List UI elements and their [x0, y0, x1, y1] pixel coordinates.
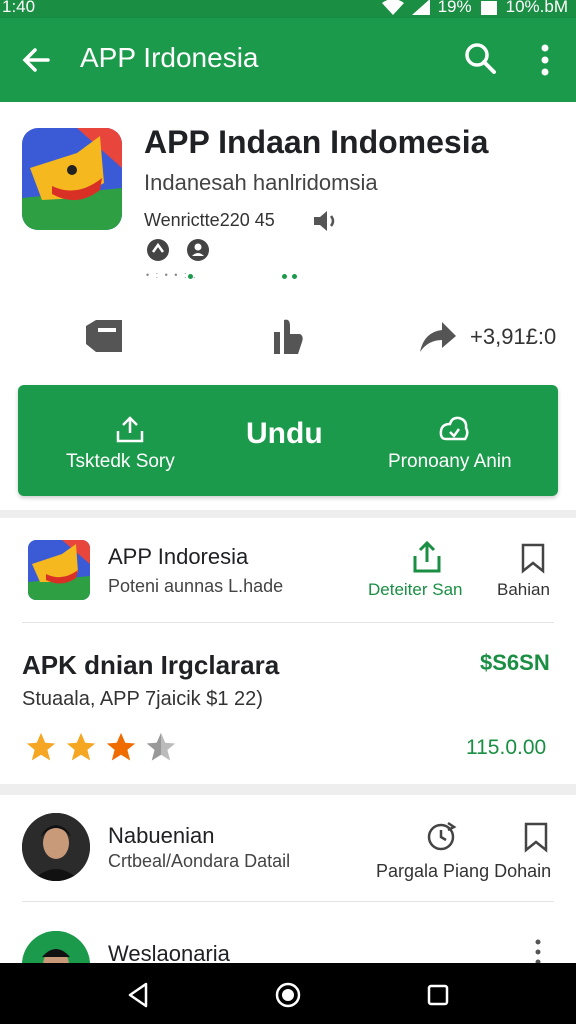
battery-icon	[480, 1, 497, 15]
signal-icon	[411, 0, 430, 15]
price-label: $S6SN	[480, 650, 550, 675]
developer-name[interactable]: Nabuenian	[108, 823, 214, 849]
install-panel[interactable]: Tsktedk Sory Undu Pronoany Anin	[18, 385, 558, 496]
share-icon[interactable]	[410, 540, 444, 574]
share-label[interactable]: Deteiter San	[368, 580, 463, 600]
app-bar: APP Irdonesia	[0, 18, 576, 102]
section-description: Stuaala, APP 7jaicik $1 22)	[22, 688, 263, 710]
save-label[interactable]: Bahian	[497, 580, 550, 600]
tag-icon[interactable]	[82, 314, 126, 358]
bookmark-icon[interactable]	[522, 821, 550, 853]
wifi-icon	[381, 0, 404, 15]
related-app-card: APP Indoresia Poteni aunnas L.hade Detei…	[0, 518, 576, 784]
related-app-subtitle: Poteni aunnas L.hade	[108, 576, 284, 596]
share-arrow-icon[interactable]	[414, 314, 458, 358]
battery-percent: 19%	[437, 0, 472, 16]
arrow-back-icon[interactable]	[18, 42, 54, 78]
developer-subtitle: Crtbeal/Aondara Datail	[108, 851, 291, 871]
star-rating	[24, 730, 178, 764]
content-rating-icon	[147, 239, 169, 261]
nav-back-icon[interactable]	[124, 981, 152, 1009]
thumb-icon[interactable]	[266, 314, 310, 358]
indicator-dot	[282, 274, 287, 279]
indicator-dot	[292, 274, 297, 279]
app-name: APP Indaan Indomesia	[144, 124, 489, 160]
user-badge-icon	[187, 239, 209, 261]
status-extra: 10%.bM	[505, 0, 568, 16]
status-time: 1:40	[2, 0, 36, 16]
star-full-icon	[26, 732, 56, 761]
star-full-icon	[66, 732, 96, 761]
app-bar-title: APP Irdonesia	[80, 42, 259, 73]
developer-action-label[interactable]: Pargala Piang Dohain	[376, 861, 551, 882]
app-icon	[22, 128, 122, 230]
app-meta: Wenrictte220 45	[144, 210, 275, 230]
status-bar: 1:40 19% 10%.bM	[0, 0, 576, 18]
search-icon[interactable]	[462, 40, 498, 76]
panel-left-label[interactable]: Tsktedk Sory	[66, 451, 175, 473]
install-button[interactable]: Undu	[246, 417, 323, 451]
divider	[22, 622, 554, 623]
more-vert-icon[interactable]	[530, 40, 560, 80]
nav-home-icon[interactable]	[274, 981, 302, 1009]
nav-recents-icon[interactable]	[424, 981, 452, 1009]
related-app-icon[interactable]	[28, 540, 90, 600]
speaker-icon	[314, 211, 335, 231]
related-app-title[interactable]: APP Indoresia	[108, 544, 248, 570]
download-count: 115.0.00	[466, 736, 547, 759]
divider	[22, 901, 554, 902]
app-developer[interactable]: Indanesah hanlridomsia	[144, 170, 378, 196]
cloud-sync-icon	[439, 416, 469, 441]
app-details-card: APP Indaan Indomesia Indanesah hanlridom…	[0, 102, 576, 510]
developer-card: Nabuenian Crtbeal/Aondara Datail Pargala…	[0, 795, 576, 999]
system-nav-bar	[0, 963, 576, 1024]
action-count: +3,91£:0	[470, 324, 557, 349]
panel-right-label[interactable]: Pronoany Anin	[388, 451, 512, 473]
history-icon[interactable]	[424, 819, 458, 853]
section-heading: APK dnian Irgclarara	[22, 650, 280, 680]
star-half-icon	[146, 732, 176, 761]
download-icon	[116, 416, 144, 443]
indicator-dot	[188, 274, 193, 279]
avatar[interactable]	[22, 813, 90, 881]
star-full-icon	[106, 732, 136, 761]
bookmark-icon[interactable]	[518, 542, 548, 574]
status-right: 19% 10%.bM	[381, 0, 568, 17]
